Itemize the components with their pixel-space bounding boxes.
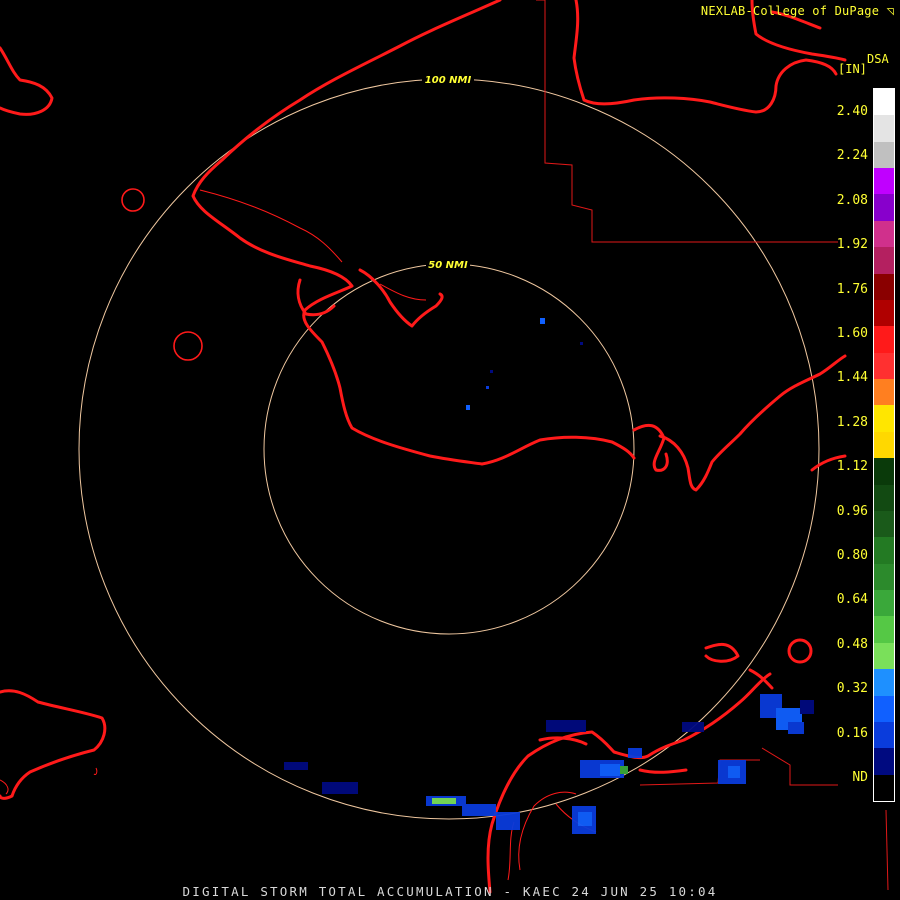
legend-swatch bbox=[874, 194, 894, 222]
units-label: [IN] bbox=[838, 62, 867, 76]
product-code: DSA bbox=[867, 52, 889, 66]
legend-tick-label: 0.48 bbox=[836, 636, 868, 652]
legend-tick-label: 0.32 bbox=[836, 681, 868, 697]
legend-swatch bbox=[874, 299, 894, 327]
legend-swatch bbox=[874, 590, 894, 617]
legend-swatch bbox=[874, 352, 894, 380]
legend-swatch bbox=[874, 115, 894, 143]
legend-swatch bbox=[874, 168, 894, 195]
legend-swatch bbox=[874, 484, 894, 512]
legend-tick-label: 1.12 bbox=[836, 459, 868, 475]
legend-swatch bbox=[874, 89, 894, 116]
product-caption: DIGITAL STORM TOTAL ACCUMULATION - KAEC … bbox=[182, 884, 718, 899]
legend-tick-label: 1.28 bbox=[836, 414, 868, 430]
legend-swatch bbox=[874, 379, 894, 406]
legend-swatch bbox=[874, 642, 894, 670]
legend-swatch bbox=[874, 563, 894, 591]
radar-map: 100 NMI 50 NMI bbox=[0, 0, 889, 894]
legend-swatch bbox=[874, 247, 894, 275]
legend-tick-label: 0.96 bbox=[836, 503, 868, 519]
ring-label-50: 50 NMI bbox=[428, 260, 468, 271]
range-ring-50nmi bbox=[263, 263, 635, 635]
legend-swatch bbox=[874, 405, 894, 433]
legend-swatch bbox=[874, 220, 894, 248]
legend-swatch bbox=[874, 721, 894, 749]
ring-label-100: 100 NMI bbox=[425, 75, 472, 86]
legend-tick-label: 0.64 bbox=[836, 592, 868, 608]
legend-swatch bbox=[874, 669, 894, 696]
legend-tick-label: 0.16 bbox=[836, 725, 868, 741]
admin-boundaries bbox=[536, 0, 889, 891]
legend-swatch bbox=[874, 774, 894, 802]
credit-label: NEXLAB-College of DuPage ◹ bbox=[701, 4, 894, 18]
color-legend bbox=[873, 88, 895, 802]
legend-swatch bbox=[874, 510, 894, 538]
legend-tick-label: 1.92 bbox=[836, 237, 868, 253]
legend-swatch bbox=[874, 537, 894, 565]
credit-text: NEXLAB-College of DuPage bbox=[700, 4, 880, 18]
precip-echoes bbox=[284, 318, 814, 834]
legend-swatch bbox=[874, 458, 894, 486]
legend-swatch bbox=[874, 695, 894, 723]
legend-swatch bbox=[874, 273, 894, 301]
legend-swatch bbox=[874, 616, 894, 644]
legend-tick-label: 1.76 bbox=[836, 281, 868, 297]
legend-swatch bbox=[874, 748, 894, 776]
legend-tick-label: 2.24 bbox=[836, 148, 868, 164]
legend-swatch bbox=[874, 326, 894, 354]
legend-swatch bbox=[874, 141, 894, 169]
legend-tick-label: 0.80 bbox=[836, 548, 868, 563]
legend-tick-label: 1.60 bbox=[836, 326, 868, 341]
legend-swatch bbox=[874, 431, 894, 459]
legend-tick-label: 1.44 bbox=[836, 370, 868, 386]
legend-tick-label: 2.40 bbox=[836, 104, 868, 119]
legend-tick-label: 2.08 bbox=[836, 192, 868, 208]
legend-tick-label: ND bbox=[852, 770, 868, 785]
range-ring-100nmi bbox=[78, 78, 820, 820]
link-icon[interactable]: ◹ bbox=[887, 4, 894, 18]
coastlines bbox=[0, 0, 847, 894]
